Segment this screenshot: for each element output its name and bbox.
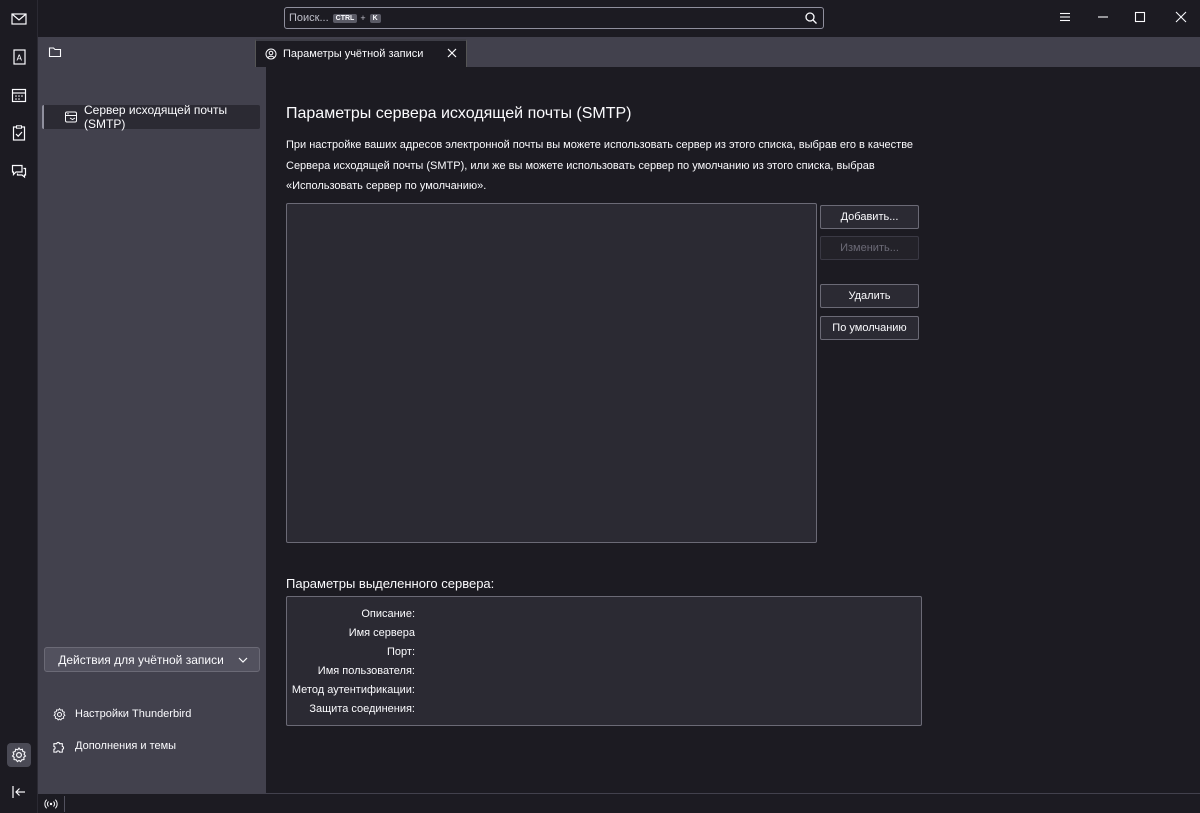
calendar-icon — [11, 88, 27, 103]
chat-space-button[interactable] — [7, 159, 31, 183]
shortcut-ctrl-badge: CTRL — [332, 13, 358, 23]
connection-security-label: Защита соединения: — [309, 703, 415, 715]
selected-server-details-title: Параметры выделенного сервера: — [286, 576, 495, 591]
shortcut-plus: + — [360, 13, 366, 23]
remove-server-button[interactable]: Удалить — [820, 284, 919, 308]
chevron-down-icon — [238, 657, 248, 663]
address-book-icon: A — [13, 49, 26, 65]
tasks-icon — [12, 125, 26, 141]
tab-label: Параметры учётной записи — [283, 48, 424, 60]
tab-bar: Параметры учётной записи — [38, 37, 1200, 67]
account-actions-label: Действия для учётной записи — [58, 652, 224, 667]
close-window-icon[interactable] — [1174, 10, 1188, 24]
status-divider — [64, 796, 65, 812]
port-label: Порт: — [387, 646, 415, 658]
set-default-button[interactable]: По умолчанию — [820, 316, 919, 340]
chat-icon — [11, 164, 27, 179]
tab-account-settings[interactable]: Параметры учётной записи — [255, 39, 467, 67]
svg-text:A: A — [17, 54, 23, 63]
puzzle-icon — [53, 741, 65, 753]
account-settings-icon — [265, 48, 277, 60]
status-bar — [38, 793, 1200, 813]
shortcut-k-badge: K — [369, 13, 381, 23]
search-icon[interactable] — [804, 11, 818, 25]
close-tab-icon[interactable] — [447, 48, 457, 58]
smtp-settings-page: Параметры сервера исходящей почты (SMTP)… — [266, 67, 1200, 793]
online-status-icon[interactable] — [44, 797, 58, 811]
maximize-icon[interactable] — [1133, 10, 1147, 24]
outgoing-server-icon — [65, 111, 77, 123]
gear-icon — [11, 747, 27, 763]
selected-server-details: Описание: Имя сервера Порт: Имя пользова… — [286, 596, 922, 726]
sidebar-item-label: Сервер исходящей почты (SMTP) — [84, 103, 228, 131]
thunderbird-settings-link[interactable]: Настройки Thunderbird — [52, 705, 191, 723]
address-book-space-button[interactable]: A — [7, 45, 31, 69]
account-tree-sidebar: Сервер исходящей почты (SMTP) Действия д… — [38, 67, 266, 793]
settings-space-button[interactable] — [7, 743, 31, 767]
auth-method-label: Метод аутентификации: — [291, 684, 415, 696]
page-title: Параметры сервера исходящей почты (SMTP) — [286, 105, 632, 122]
settings-link-label: Настройки Thunderbird — [75, 708, 192, 720]
calendar-space-button[interactable] — [7, 83, 31, 107]
tasks-space-button[interactable] — [7, 121, 31, 145]
gear-icon — [53, 707, 66, 721]
spaces-toolbar: A — [0, 0, 38, 813]
mail-space-button[interactable] — [7, 7, 31, 31]
add-server-button[interactable]: Добавить... — [820, 205, 919, 229]
page-description: При настройке ваших адресов электронной … — [286, 139, 914, 192]
collapse-spaces-button[interactable] — [7, 780, 31, 804]
username-label: Имя пользователя: — [317, 665, 415, 677]
sidebar-item-smtp[interactable]: Сервер исходящей почты (SMTP) — [42, 103, 260, 131]
addons-themes-link[interactable]: Дополнения и темы — [52, 737, 176, 755]
addons-link-label: Дополнения и темы — [75, 740, 177, 752]
account-actions-dropdown[interactable]: Действия для учётной записи — [44, 647, 260, 672]
mail-icon — [11, 13, 27, 25]
collapse-left-icon — [12, 786, 25, 798]
search-placeholder: Поиск... — [289, 12, 329, 24]
smtp-server-list[interactable] — [286, 203, 817, 543]
menu-icon[interactable] — [1058, 10, 1072, 24]
global-search-input[interactable]: Поиск... CTRL + K — [284, 7, 824, 29]
titlebar: Поиск... CTRL + K — [38, 0, 1200, 37]
server-name-label: Имя сервера — [348, 627, 415, 639]
edit-server-button[interactable]: Изменить... — [820, 236, 919, 260]
minimize-icon[interactable] — [1096, 10, 1110, 24]
description-label: Описание: — [361, 608, 415, 620]
folder-icon[interactable] — [48, 45, 62, 59]
